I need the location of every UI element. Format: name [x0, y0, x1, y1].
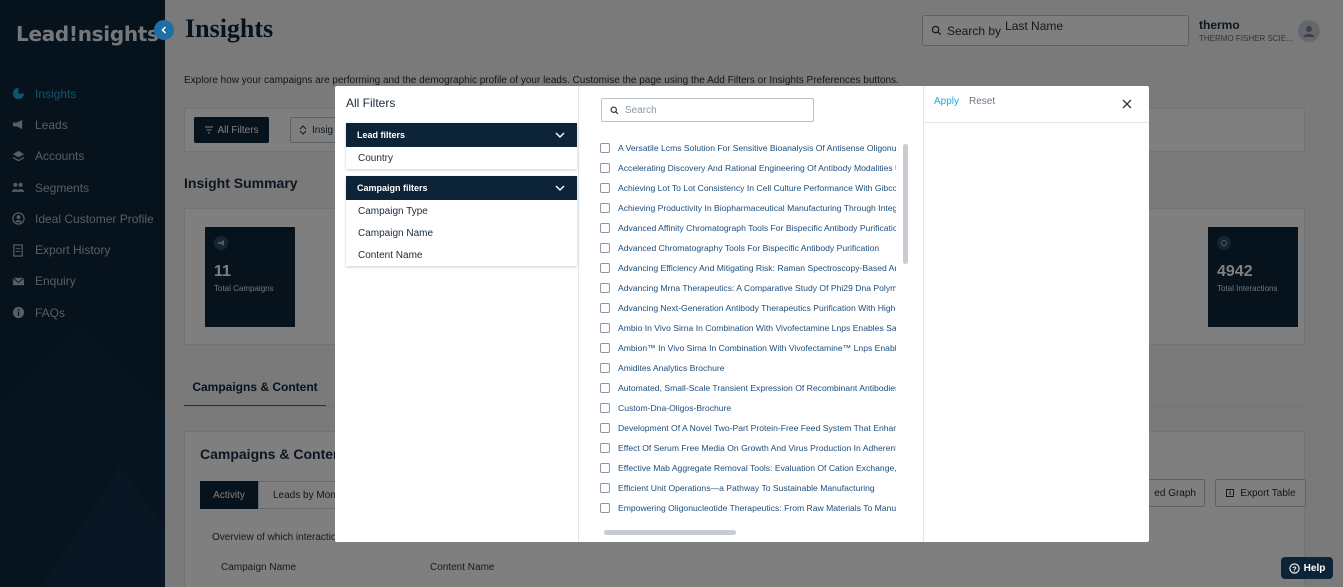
option-checkbox[interactable] [600, 383, 610, 393]
filter-item-campaign-type[interactable]: Campaign Type [346, 200, 577, 222]
horizontal-scrollbar[interactable] [604, 530, 736, 535]
option-label: Empowering Oligonucleotide Therapeutics:… [618, 503, 896, 513]
modal-title: All Filters [346, 96, 396, 110]
option-label: Achieving Lot To Lot Consistency In Cell… [618, 183, 896, 193]
option-row[interactable]: Amidites Analytics Brochure [600, 358, 900, 378]
option-checkbox[interactable] [600, 223, 610, 233]
filter-group-title: Lead filters [357, 130, 406, 140]
modal-actions: Apply Reset [924, 86, 1149, 123]
options-search-input[interactable] [625, 104, 805, 116]
help-button[interactable]: ? Help [1281, 557, 1333, 579]
option-checkbox[interactable] [600, 403, 610, 413]
option-label: Advanced Chromatography Tools For Bispec… [618, 243, 880, 253]
option-label: Ambio In Vivo Sirna In Combination With … [618, 323, 896, 333]
options-list: A Versatile Lcms Solution For Sensitive … [600, 138, 900, 526]
option-row[interactable]: Effect Of Serum Free Media On Growth And… [600, 438, 900, 458]
option-row[interactable]: Automated, Small-Scale Transient Express… [600, 378, 900, 398]
option-checkbox[interactable] [600, 363, 610, 373]
option-label: Advanced Affinity Chromatograph Tools Fo… [618, 223, 896, 233]
chevron-down-icon [555, 185, 565, 191]
collapse-sidebar-button[interactable] [154, 20, 174, 40]
option-label: Efficient Unit Operations—a Pathway To S… [618, 483, 875, 493]
option-checkbox[interactable] [600, 283, 610, 293]
option-row[interactable]: Advanced Affinity Chromatograph Tools Fo… [600, 218, 900, 238]
option-row[interactable]: Effective Mab Aggregate Removal Tools: E… [600, 458, 900, 478]
filter-categories-pane: All Filters Lead filters Country Campaig… [335, 86, 579, 542]
option-checkbox[interactable] [600, 443, 610, 453]
filter-item-country[interactable]: Country [346, 147, 577, 169]
option-row[interactable]: Accelerating Discovery And Rational Engi… [600, 158, 900, 178]
option-checkbox[interactable] [600, 423, 610, 433]
option-checkbox[interactable] [600, 483, 610, 493]
question-icon: ? [1289, 562, 1300, 574]
filter-group-header[interactable]: Lead filters [346, 123, 577, 147]
option-row[interactable]: Custom-Dna-Oligos-Brochure [600, 398, 900, 418]
filter-group-campaign: Campaign filters Campaign Type Campaign … [346, 176, 577, 266]
option-row[interactable]: Advancing Next-Generation Antibody Thera… [600, 298, 900, 318]
option-label: Development Of A Novel Two-Part Protein-… [618, 423, 896, 433]
help-label: Help [1303, 562, 1326, 574]
option-label: Effect Of Serum Free Media On Growth And… [618, 443, 896, 453]
option-checkbox[interactable] [600, 243, 610, 253]
option-row[interactable]: Development Of A Novel Two-Part Protein-… [600, 418, 900, 438]
option-label: Automated, Small-Scale Transient Express… [618, 383, 896, 393]
option-checkbox[interactable] [600, 203, 610, 213]
option-label: Advancing Mrna Therapeutics: A Comparati… [618, 283, 896, 293]
option-checkbox[interactable] [600, 323, 610, 333]
option-checkbox[interactable] [600, 263, 610, 273]
option-checkbox[interactable] [600, 163, 610, 173]
option-checkbox[interactable] [600, 343, 610, 353]
option-row[interactable]: Ambion™ In Vivo Sirna In Combination Wit… [600, 338, 900, 358]
option-label: Custom-Dna-Oligos-Brochure [618, 403, 732, 413]
option-label: Amidites Analytics Brochure [618, 363, 725, 373]
all-filters-modal: All Filters Lead filters Country Campaig… [335, 86, 1149, 542]
search-icon [610, 106, 619, 114]
option-checkbox[interactable] [600, 503, 610, 513]
option-checkbox[interactable] [600, 303, 610, 313]
selected-filters-pane: Apply Reset [924, 86, 1149, 542]
vertical-scrollbar[interactable] [903, 144, 908, 264]
option-row[interactable]: Advancing Efficiency And Mitigating Risk… [600, 258, 900, 278]
option-row[interactable]: Advanced Chromatography Tools For Bispec… [600, 238, 900, 258]
option-label: Effective Mab Aggregate Removal Tools: E… [618, 463, 896, 473]
option-row[interactable]: Achieving Productivity In Biopharmaceuti… [600, 198, 900, 218]
option-checkbox[interactable] [600, 143, 610, 153]
options-search[interactable] [601, 98, 814, 122]
filter-group-title: Campaign filters [357, 183, 428, 193]
apply-button[interactable]: Apply [934, 96, 959, 107]
option-label: Advancing Efficiency And Mitigating Risk… [618, 263, 896, 273]
option-checkbox[interactable] [600, 463, 610, 473]
option-label: A Versatile Lcms Solution For Sensitive … [618, 143, 896, 153]
filter-options-pane: A Versatile Lcms Solution For Sensitive … [579, 86, 924, 542]
option-label: Advancing Next-Generation Antibody Thera… [618, 303, 896, 313]
chevron-down-icon [555, 132, 565, 138]
close-icon[interactable] [1121, 98, 1133, 110]
option-label: Accelerating Discovery And Rational Engi… [618, 163, 896, 173]
chevron-left-icon [161, 26, 167, 34]
option-row[interactable]: Achieving Lot To Lot Consistency In Cell… [600, 178, 900, 198]
filter-group-header[interactable]: Campaign filters [346, 176, 577, 200]
filter-group-lead: Lead filters Country [346, 123, 577, 169]
filter-item-content-name[interactable]: Content Name [346, 244, 577, 266]
option-checkbox[interactable] [600, 183, 610, 193]
option-label: Achieving Productivity In Biopharmaceuti… [618, 203, 896, 213]
svg-text:?: ? [1292, 564, 1297, 573]
reset-button[interactable]: Reset [969, 96, 995, 107]
option-label: Ambion™ In Vivo Sirna In Combination Wit… [618, 343, 896, 353]
option-row[interactable]: Advancing Mrna Therapeutics: A Comparati… [600, 278, 900, 298]
option-row[interactable]: Efficient Unit Operations—a Pathway To S… [600, 478, 900, 498]
option-row[interactable]: Empowering Oligonucleotide Therapeutics:… [600, 498, 900, 518]
filter-item-campaign-name[interactable]: Campaign Name [346, 222, 577, 244]
option-row[interactable]: Ambio In Vivo Sirna In Combination With … [600, 318, 900, 338]
option-row[interactable]: A Versatile Lcms Solution For Sensitive … [600, 138, 900, 158]
